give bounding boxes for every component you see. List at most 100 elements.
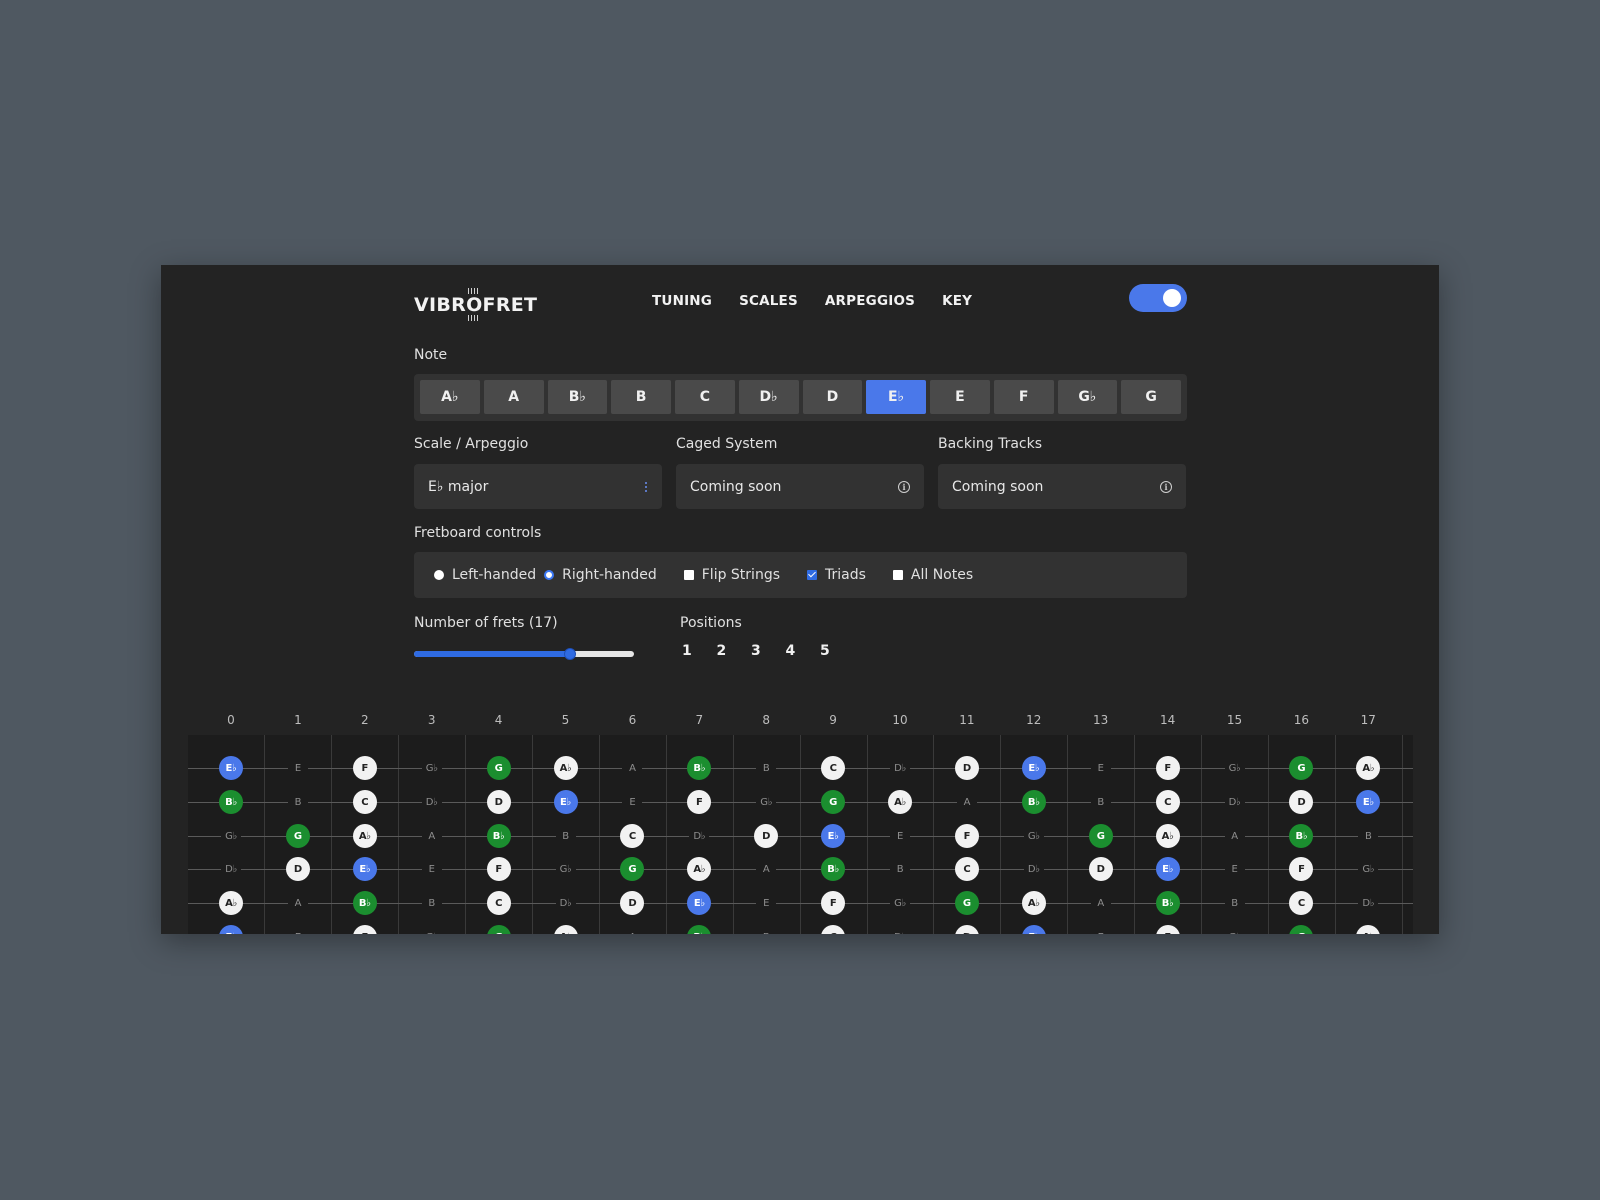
fret-note-marker[interactable]: F	[687, 790, 712, 814]
fret-note-marker[interactable]: C	[352, 790, 377, 814]
fret-note-marker[interactable]: D	[1289, 790, 1314, 814]
fret-note-marker[interactable]: C	[821, 756, 846, 780]
note-button[interactable]: D	[802, 380, 863, 414]
backing-select[interactable]: Coming soon i	[938, 464, 1186, 509]
fret-note-marker[interactable]: E♭	[553, 790, 578, 814]
slider-thumb[interactable]	[563, 648, 576, 660]
note-button[interactable]: E♭	[866, 380, 926, 414]
fret-note-marker[interactable]: E♭	[1155, 857, 1180, 881]
fret-note-marker[interactable]: F	[1155, 925, 1180, 934]
fret-note-marker[interactable]: A♭	[553, 756, 578, 780]
note-button[interactable]: E	[930, 380, 990, 414]
fret-note-marker[interactable]: D	[754, 824, 779, 848]
fret-note-marker[interactable]: F	[1289, 857, 1314, 881]
fret-note-marker[interactable]: C	[821, 925, 846, 934]
fret-note-marker[interactable]: B♭	[821, 857, 846, 881]
fret-note-marker[interactable]: A♭	[1021, 891, 1046, 915]
flip-strings-checkbox[interactable]: Flip Strings	[683, 567, 780, 583]
fret-note-marker[interactable]: B♭	[1155, 891, 1180, 915]
fret-note-marker[interactable]: E♭	[687, 891, 712, 915]
info-icon[interactable]: i	[1160, 480, 1172, 493]
scale-select[interactable]: E♭ major	[414, 464, 662, 509]
caged-select[interactable]: Coming soon i	[676, 464, 924, 509]
fret-note-marker[interactable]: A♭	[1356, 756, 1381, 780]
triads-checkbox[interactable]: Triads	[807, 567, 866, 583]
fret-note-marker[interactable]: D	[954, 925, 979, 934]
fret-note-marker[interactable]: B♭	[1289, 824, 1314, 848]
fret-note-marker[interactable]: G	[486, 756, 511, 780]
nav-tuning[interactable]: TUNING	[652, 293, 712, 309]
fret-note-marker[interactable]: A♭	[1356, 925, 1381, 934]
fret-note-marker[interactable]: E♭	[219, 756, 243, 780]
all-notes-checkbox[interactable]: All Notes	[892, 567, 973, 583]
fret-note-marker[interactable]: F	[352, 925, 377, 934]
fret-note-marker[interactable]: B♭	[687, 756, 712, 780]
fret-note-marker[interactable]: E♭	[1356, 790, 1381, 814]
fret-note-marker[interactable]: G	[1289, 756, 1314, 780]
fret-note-marker[interactable]: C	[954, 857, 979, 881]
fret-note-marker[interactable]: D	[1088, 857, 1113, 881]
fret-note-marker[interactable]: A♭	[687, 857, 712, 881]
note-button[interactable]: F	[993, 380, 1054, 414]
frets-slider[interactable]	[414, 647, 634, 661]
fret-note-marker[interactable]: A♭	[219, 891, 243, 915]
note-button[interactable]: C	[675, 380, 735, 414]
fret-note-marker[interactable]: C	[1155, 790, 1180, 814]
right-handed-radio[interactable]: Right-handed	[544, 567, 657, 583]
fret-note-marker[interactable]: C	[486, 891, 511, 915]
fret-note-marker[interactable]: B♭	[1021, 790, 1046, 814]
position-2[interactable]: 2	[717, 643, 752, 659]
fret-note-marker[interactable]: G	[1289, 925, 1314, 934]
info-icon[interactable]: i	[898, 480, 910, 493]
fret-note-marker[interactable]: C	[1289, 891, 1314, 915]
fret-note-marker[interactable]: G	[954, 891, 979, 915]
nav-arpeggios[interactable]: ARPEGGIOS	[825, 293, 915, 309]
position-5[interactable]: 5	[820, 643, 855, 659]
note-button[interactable]: A	[483, 380, 544, 414]
fret-note-marker[interactable]: A♭	[888, 790, 912, 814]
fret-note-label: A	[1224, 829, 1245, 843]
fret-note-marker[interactable]: B♭	[352, 891, 377, 915]
note-button[interactable]: G	[1121, 380, 1181, 414]
fret-note-marker[interactable]: D	[620, 891, 645, 915]
fret-note-marker[interactable]: B♭	[687, 925, 712, 934]
theme-toggle[interactable]	[1129, 284, 1187, 312]
position-4[interactable]: 4	[786, 643, 821, 659]
left-handed-radio[interactable]: Left-handed	[434, 567, 536, 583]
fret-note-marker[interactable]: E♭	[352, 857, 377, 881]
nav-scales[interactable]: SCALES	[739, 293, 798, 309]
vibrofret-logo[interactable]: VIBR O FRET	[414, 285, 537, 325]
fret-note-marker[interactable]: F	[821, 891, 846, 915]
note-button[interactable]: B	[611, 380, 671, 414]
note-button[interactable]: A♭	[420, 380, 480, 414]
more-options-icon[interactable]	[644, 481, 648, 492]
fret-note-marker[interactable]: G	[1088, 824, 1113, 848]
note-button[interactable]: B♭	[547, 380, 608, 414]
fret-note-marker[interactable]: F	[486, 857, 511, 881]
fret-note-marker[interactable]: D	[954, 756, 979, 780]
fret-note-marker[interactable]: G	[486, 925, 511, 934]
fret-note-marker[interactable]: C	[620, 824, 645, 848]
note-button[interactable]: D♭	[738, 380, 799, 414]
position-1[interactable]: 1	[682, 643, 717, 659]
fret-note-marker[interactable]: F	[352, 756, 377, 780]
fret-note-marker[interactable]: F	[1155, 756, 1180, 780]
fret-note-marker[interactable]: B♭	[219, 790, 243, 814]
fret-note-marker[interactable]: E♭	[219, 925, 243, 934]
fret-note-marker[interactable]: B♭	[486, 824, 511, 848]
fret-note-marker[interactable]: A♭	[553, 925, 578, 934]
fret-note-marker[interactable]: D	[285, 857, 310, 881]
fret-note-marker[interactable]: A♭	[352, 824, 377, 848]
fret-note-marker[interactable]: E♭	[1021, 756, 1046, 780]
fret-note-marker[interactable]: D	[486, 790, 511, 814]
position-3[interactable]: 3	[751, 643, 786, 659]
fret-note-marker[interactable]: G	[821, 790, 846, 814]
fret-note-marker[interactable]: E♭	[821, 824, 846, 848]
fret-note-marker[interactable]: G	[285, 824, 310, 848]
note-button[interactable]: G♭	[1057, 380, 1118, 414]
nav-key[interactable]: KEY	[942, 293, 972, 309]
fret-note-marker[interactable]: E♭	[1021, 925, 1046, 934]
fret-note-marker[interactable]: F	[954, 824, 979, 848]
fret-note-marker[interactable]: A♭	[1155, 824, 1180, 848]
fret-note-marker[interactable]: G	[620, 857, 645, 881]
